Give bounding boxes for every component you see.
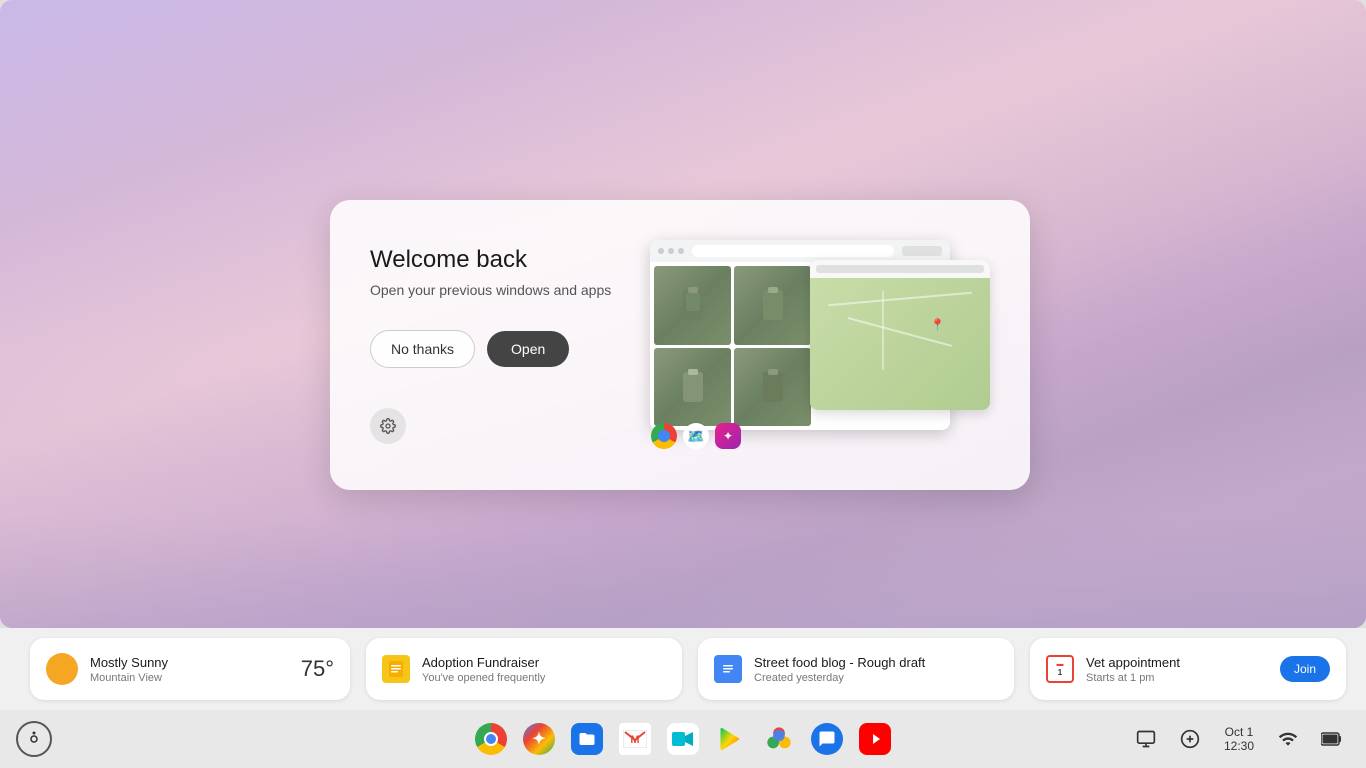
- tray-time: 12:30: [1224, 739, 1254, 753]
- product-image: [734, 266, 811, 345]
- preview-app-icon-3: ✦: [714, 422, 742, 450]
- preview-app-icons: 🗺️ ✦: [650, 422, 742, 450]
- map-preview: 📍: [810, 260, 990, 410]
- vet-subtitle: Starts at 1 pm: [1086, 672, 1268, 684]
- accessibility-button[interactable]: [16, 721, 52, 757]
- cards-row: Mostly Sunny Mountain View 75° Adoption …: [0, 628, 1366, 710]
- map-pin: 📍: [930, 318, 945, 332]
- open-button[interactable]: Open: [487, 331, 569, 367]
- taskbar: ✦: [0, 710, 1366, 768]
- map-search: [816, 265, 984, 273]
- welcome-buttons: No thanks Open: [370, 330, 620, 368]
- sun-icon: [46, 653, 78, 685]
- screen-capture-icon[interactable]: [1128, 721, 1164, 757]
- svg-text:M: M: [630, 734, 639, 746]
- join-button[interactable]: Join: [1280, 656, 1330, 682]
- browser-control: [658, 248, 664, 254]
- docs-yellow-icon: [382, 655, 410, 683]
- adoption-title: Adoption Fundraiser: [422, 655, 666, 670]
- taskbar-chrome[interactable]: [469, 717, 513, 761]
- taskbar-meet[interactable]: [661, 717, 705, 761]
- taskbar-assistant[interactable]: ✦: [517, 717, 561, 761]
- tray-date: Oct 1: [1225, 725, 1254, 739]
- battery-icon[interactable]: [1314, 721, 1350, 757]
- browser-control: [668, 248, 674, 254]
- weather-card[interactable]: Mostly Sunny Mountain View 75°: [30, 638, 350, 700]
- welcome-dialog: Welcome back Open your previous windows …: [330, 200, 1030, 490]
- map-content: 📍: [810, 278, 990, 410]
- browser-toolbar: [650, 240, 950, 262]
- datetime-display[interactable]: Oct 1 12:30: [1216, 721, 1262, 757]
- welcome-content: Welcome back Open your previous windows …: [370, 246, 620, 444]
- taskbar-youtube[interactable]: [853, 717, 897, 761]
- no-thanks-button[interactable]: No thanks: [370, 330, 475, 368]
- system-tray: Oct 1 12:30: [1128, 721, 1350, 757]
- taskbar-gmail[interactable]: M: [613, 717, 657, 761]
- taskbar-apps: ✦: [469, 717, 897, 761]
- product-image: [654, 348, 731, 427]
- weather-location: Mountain View: [90, 672, 289, 684]
- welcome-subtitle: Open your previous windows and apps: [370, 282, 620, 298]
- wifi-icon[interactable]: [1270, 721, 1306, 757]
- preview-maps-icon: 🗺️: [682, 422, 710, 450]
- adoption-fundraiser-card[interactable]: Adoption Fundraiser You've opened freque…: [366, 638, 682, 700]
- taskbar-files[interactable]: [565, 717, 609, 761]
- street-food-card[interactable]: Street food blog - Rough draft Created y…: [698, 638, 1014, 700]
- add-icon[interactable]: [1172, 721, 1208, 757]
- weather-title: Mostly Sunny: [90, 655, 289, 670]
- product-image: [654, 266, 731, 345]
- taskbar-messages[interactable]: [805, 717, 849, 761]
- browser-url-bar: [692, 245, 894, 257]
- app-preview-area: REI Backpacking Backpack 65L High-capaci…: [650, 240, 990, 450]
- street-food-card-text: Street food blog - Rough draft Created y…: [754, 655, 998, 684]
- street-food-subtitle: Created yesterday: [754, 672, 998, 684]
- taskbar-play[interactable]: [709, 717, 753, 761]
- weather-card-text: Mostly Sunny Mountain View: [90, 655, 289, 684]
- vet-card-text: Vet appointment Starts at 1 pm: [1086, 655, 1268, 684]
- weather-temperature: 75°: [301, 656, 334, 682]
- settings-button[interactable]: [370, 408, 406, 444]
- vet-appointment-card[interactable]: ▬ 1 Vet appointment Starts at 1 pm Join: [1030, 638, 1346, 700]
- calendar-icon: ▬ 1: [1046, 655, 1074, 683]
- welcome-title: Welcome back: [370, 246, 620, 274]
- taskbar-photos[interactable]: [757, 717, 801, 761]
- product-images-grid: [650, 262, 815, 430]
- adoption-subtitle: You've opened frequently: [422, 672, 666, 684]
- shelf: Mostly Sunny Mountain View 75° Adoption …: [0, 628, 1366, 768]
- street-food-title: Street food blog - Rough draft: [754, 655, 998, 670]
- map-toolbar: [810, 260, 990, 278]
- vet-title: Vet appointment: [1086, 655, 1268, 670]
- map-road: [828, 292, 972, 307]
- product-image: [734, 348, 811, 427]
- map-road: [882, 291, 884, 370]
- adoption-card-text: Adoption Fundraiser You've opened freque…: [422, 655, 666, 684]
- docs-blue-icon: [714, 655, 742, 683]
- browser-tab: [902, 246, 942, 256]
- preview-chrome-icon: [650, 422, 678, 450]
- browser-control: [678, 248, 684, 254]
